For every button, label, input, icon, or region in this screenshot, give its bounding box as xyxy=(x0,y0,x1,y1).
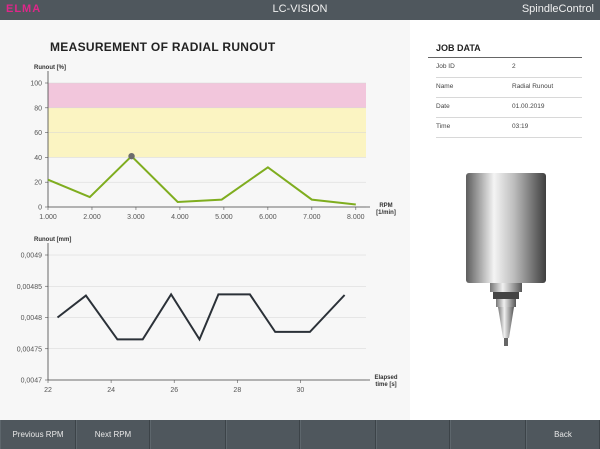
x-axis-label: Elapsed time [s] xyxy=(374,375,397,388)
empty-button-5[interactable] xyxy=(300,420,376,449)
spindle-illustration xyxy=(466,173,546,346)
y-tick-label: 0,0048 xyxy=(21,315,43,322)
radial-runout-mm-chart: 0,0047 0,00475 0,0048 0,00485 0,0049 22 24 26 28… xyxy=(17,237,398,394)
measurement-panel: MEASUREMENT OF RADIAL RUNOUT 0 20 40 60 80 10… xyxy=(0,20,410,420)
app-title: LC-VISION xyxy=(272,3,328,15)
empty-button-6[interactable] xyxy=(376,420,450,449)
y-tick-label: 0,0047 xyxy=(21,378,43,385)
x-axis-label-line: Elapsed xyxy=(374,375,397,381)
previous-rpm-button[interactable]: Previous RPM xyxy=(0,420,76,449)
spindle-cone xyxy=(498,307,514,338)
y-tick-label: 0,00475 xyxy=(17,346,42,353)
x-tick-label: 24 xyxy=(107,387,115,394)
module-name: SpindleControl xyxy=(521,3,594,15)
back-button[interactable]: Back xyxy=(526,420,600,449)
title-bar: ELMA LC-VISION SpindleControl xyxy=(0,0,600,20)
spindle-body xyxy=(466,173,546,283)
next-rpm-button[interactable]: Next RPM xyxy=(76,420,150,449)
spindle-neck xyxy=(490,283,522,292)
x-tick-label: 28 xyxy=(233,387,241,394)
x-tick-label: 22 xyxy=(44,387,52,394)
x-tick-label: 26 xyxy=(170,387,178,394)
series-line-0 xyxy=(56,292,346,342)
y-axis-label: Runout [mm] xyxy=(34,237,71,243)
y-tick-label: 0,00485 xyxy=(17,284,42,291)
empty-button-3[interactable] xyxy=(150,420,226,449)
empty-button-7[interactable] xyxy=(450,420,526,449)
x-axis-label-line: time [s] xyxy=(375,382,396,388)
bottom-button-bar: Previous RPM Next RPM Back xyxy=(0,420,600,449)
job-data-panel: JOB DATA Job ID 2 Name Radial Runout Dat… xyxy=(410,20,600,420)
empty-button-4[interactable] xyxy=(226,420,300,449)
y-tick-label: 0,0049 xyxy=(21,253,43,260)
x-tick-label: 30 xyxy=(297,387,305,394)
spindle-tip xyxy=(504,338,508,346)
spindle-collet xyxy=(496,299,516,307)
spindle-collar xyxy=(493,292,519,299)
